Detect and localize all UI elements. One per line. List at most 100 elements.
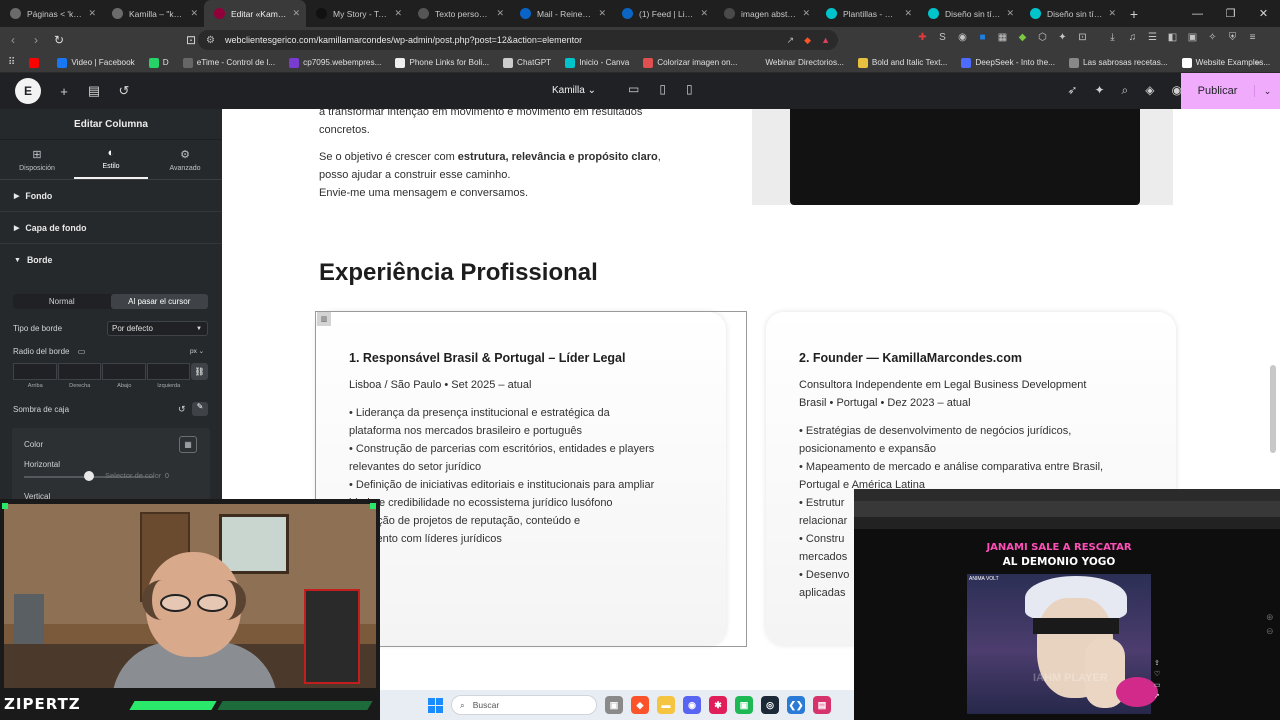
browser-tab[interactable]: Kamilla – "kamillam ✕ bbox=[102, 0, 204, 27]
radius-top-input[interactable] bbox=[13, 363, 57, 380]
obs-icon[interactable]: ▣ bbox=[735, 696, 753, 714]
steam-icon[interactable]: ◎ bbox=[761, 696, 779, 714]
grid-extension-icon[interactable]: ▦ bbox=[996, 31, 1009, 44]
back-icon[interactable]: ‹ bbox=[3, 30, 23, 50]
link-values-icon[interactable]: ⛓ bbox=[191, 363, 208, 380]
close-tab-icon[interactable]: ✕ bbox=[904, 8, 912, 19]
page-settings-icon[interactable]: ▤ bbox=[79, 83, 109, 99]
close-window-icon[interactable]: ✕ bbox=[1247, 0, 1280, 27]
close-tab-icon[interactable]: ✕ bbox=[1006, 8, 1014, 19]
tablet-icon[interactable]: ▯ bbox=[659, 82, 666, 96]
ai-icon[interactable]: ✧ bbox=[1206, 31, 1219, 44]
page-scrollbar[interactable] bbox=[1270, 365, 1276, 453]
task-view-icon[interactable]: ▣ bbox=[605, 696, 623, 714]
color-picker-swatch[interactable]: ▦ bbox=[179, 436, 197, 453]
share-icon[interactable]: ↗ bbox=[787, 35, 795, 46]
download-icon[interactable]: ⤓ bbox=[1106, 31, 1119, 44]
site-info-icon[interactable]: ⚙ bbox=[206, 35, 215, 46]
tab-estilo[interactable]: ◐ Estilo bbox=[74, 140, 148, 179]
browser-tab[interactable]: (1) Feed | LinkedIn ✕ bbox=[612, 0, 714, 27]
radius-right-input[interactable] bbox=[57, 363, 101, 380]
bookmark-item[interactable]: Webinar Directorios... bbox=[751, 57, 844, 68]
share-icon[interactable]: ↗ bbox=[1154, 692, 1161, 700]
tab-disposicion[interactable]: ⊞ Disposición bbox=[0, 140, 74, 179]
bookmark-item[interactable]: DeepSeek - Into the... bbox=[961, 57, 1055, 68]
horizontal-slider-handle[interactable] bbox=[84, 471, 94, 481]
site-name-dropdown[interactable]: Kamilla ⌄ bbox=[552, 85, 596, 96]
bookmark-item[interactable]: Colorizar imagen on... bbox=[643, 57, 737, 68]
reload-icon[interactable]: ↻ bbox=[49, 30, 69, 50]
responsive-desktop-icon[interactable]: ▭ bbox=[78, 347, 86, 356]
browser-tab[interactable]: Texto personalizado ✕ bbox=[408, 0, 510, 27]
puzzle-icon[interactable]: ✦ bbox=[1056, 31, 1069, 44]
search-icon[interactable]: ⌕ bbox=[1122, 83, 1129, 98]
structure-icon[interactable]: ◈ bbox=[1145, 83, 1154, 98]
browser-tab[interactable]: Diseño sin título - 1 ✕ bbox=[918, 0, 1020, 27]
browser-tab[interactable]: Páginas < 'kamillam ✕ bbox=[0, 0, 102, 27]
forward-icon[interactable]: › bbox=[26, 30, 46, 50]
add-element-icon[interactable]: + bbox=[49, 84, 79, 99]
menu-icon[interactable]: ≡ bbox=[1246, 31, 1259, 44]
bookmark-item[interactable]: eTime - Control de l... bbox=[182, 57, 275, 68]
maximize-icon[interactable]: ❐ bbox=[1214, 0, 1247, 27]
browser-tab[interactable]: Diseño sin título - 6 ✕ bbox=[1020, 0, 1122, 27]
pin-extension-icon[interactable]: ✚ bbox=[916, 31, 929, 44]
browser-tab[interactable]: Plantillas - Canva ✕ bbox=[816, 0, 918, 27]
wallet-icon[interactable]: ▣ bbox=[1186, 31, 1199, 44]
close-tab-icon[interactable]: ✕ bbox=[394, 8, 402, 19]
color-extension-icon[interactable]: ◆ bbox=[1016, 31, 1029, 44]
bookmark-item[interactable]: cp7095.webempres... bbox=[289, 57, 381, 68]
section-fondo[interactable]: ▶ Fondo bbox=[0, 180, 222, 212]
sidebar-icon[interactable]: ◧ bbox=[1166, 31, 1179, 44]
brave-rewards-icon[interactable]: ▲ bbox=[821, 35, 830, 46]
section-borde[interactable]: ▼ Borde bbox=[0, 244, 222, 276]
url-bar[interactable]: ⚙ webclientesgerico.com/kamillamarcondes… bbox=[198, 30, 838, 50]
scroll-down-icon[interactable]: ⊖ bbox=[1266, 626, 1274, 637]
scroll-up-icon[interactable]: ⊕ bbox=[1266, 612, 1274, 623]
edit-shadow-icon[interactable]: ✎ bbox=[192, 402, 208, 416]
camera-extension-icon[interactable]: ◉ bbox=[956, 31, 969, 44]
state-hover[interactable]: Al pasar el cursor bbox=[110, 294, 208, 309]
reading-list-icon[interactable]: ☰ bbox=[1146, 31, 1159, 44]
browser-tab[interactable]: My Story - Tamica L ✕ bbox=[306, 0, 408, 27]
history-icon[interactable]: ↺ bbox=[109, 83, 139, 99]
radius-left-input[interactable] bbox=[146, 363, 190, 380]
publish-button[interactable]: Publicar ⌄ bbox=[1181, 73, 1280, 109]
close-tab-icon[interactable]: ✕ bbox=[700, 8, 708, 19]
more-bookmarks-icon[interactable]: » bbox=[1255, 58, 1260, 67]
taskbar-search[interactable]: ⌕ Buscar bbox=[451, 695, 597, 715]
minimize-icon[interactable]: — bbox=[1181, 0, 1214, 27]
elementor-logo-icon[interactable]: E bbox=[15, 78, 41, 104]
publish-options-chevron-icon[interactable]: ⌄ bbox=[1255, 86, 1280, 97]
tag-extension-icon[interactable]: ⬡ bbox=[1036, 31, 1049, 44]
browser-tab[interactable]: Mail - Reiner Solis ✕ bbox=[510, 0, 612, 27]
windows-start-icon[interactable] bbox=[428, 697, 443, 713]
screenshot-icon[interactable]: ⊡ bbox=[1076, 31, 1089, 44]
new-tab-button[interactable]: + bbox=[1122, 0, 1146, 27]
close-tab-icon[interactable]: ✕ bbox=[88, 8, 96, 19]
bookmark-item[interactable] bbox=[29, 57, 43, 68]
ai-sparkle-icon[interactable]: ✦ bbox=[1094, 83, 1104, 98]
reset-shadow-icon[interactable]: ↺ bbox=[178, 404, 186, 415]
close-tab-icon[interactable]: ✕ bbox=[496, 8, 504, 19]
brave-shield-icon[interactable]: ◆ bbox=[804, 35, 811, 46]
section-capa-de-fondo[interactable]: ▶ Capa de fondo bbox=[0, 212, 222, 244]
heart-icon[interactable]: ♡ bbox=[1154, 670, 1161, 678]
slack-icon[interactable]: ✱ bbox=[709, 696, 727, 714]
browser-tab[interactable]: Editar «Kamilla ✕ bbox=[204, 0, 306, 27]
close-tab-icon[interactable]: ✕ bbox=[1108, 8, 1116, 19]
file-explorer-icon[interactable]: ▬ bbox=[657, 696, 675, 714]
mobile-icon[interactable]: ▯ bbox=[686, 82, 693, 96]
brave-icon[interactable]: ◆ bbox=[631, 696, 649, 714]
border-type-select[interactable]: Por defecto ▼ bbox=[107, 321, 208, 336]
bookmark-item[interactable]: Bold and Italic Text... bbox=[857, 57, 947, 68]
bookmark-item[interactable]: ChatGPT bbox=[503, 57, 551, 68]
close-tab-icon[interactable]: ✕ bbox=[598, 8, 606, 19]
unit-selector[interactable]: px ⌄ bbox=[190, 347, 204, 355]
discord-icon[interactable]: ◉ bbox=[683, 696, 701, 714]
close-tab-icon[interactable]: ✕ bbox=[190, 8, 198, 19]
bookmark-item[interactable]: Video | Facebook bbox=[57, 57, 135, 68]
s-extension-icon[interactable]: S bbox=[936, 31, 949, 44]
close-tab-icon[interactable]: ✕ bbox=[292, 8, 300, 19]
vpn-icon[interactable]: ⛨ bbox=[1226, 31, 1239, 44]
